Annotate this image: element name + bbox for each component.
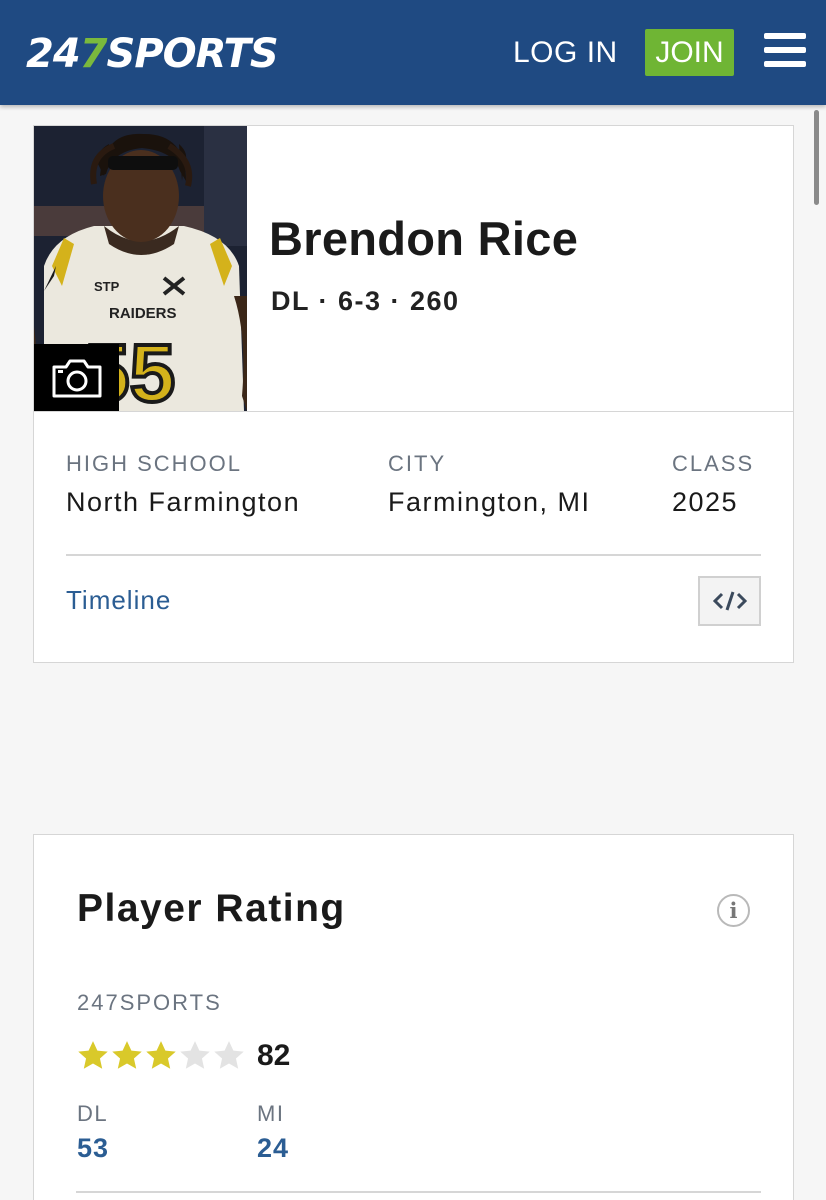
star-empty-icon [180,1041,210,1069]
svg-text:STP: STP [94,279,120,294]
star-filled-icon [78,1041,108,1069]
menu-bar-line [764,33,806,39]
state-rank-label: MI [257,1101,285,1126]
login-link[interactable]: LOG IN [513,30,618,75]
city-value: Farmington, MI [388,487,591,517]
star-rating [76,1039,246,1073]
rating-score: 82 [257,1039,291,1072]
info-divider [66,554,761,556]
svg-text:RAIDERS: RAIDERS [109,305,177,322]
high-school-label: HIGH SCHOOL [66,451,243,476]
header-divider [34,411,793,412]
class-label: CLASS [672,451,755,476]
player-photo[interactable]: STP RAIDERS 55 [34,126,247,411]
star-empty-icon [214,1041,244,1069]
top-nav-bar: 247SPORTS LOG IN JOIN [0,0,826,105]
camera-glyph [52,359,101,397]
class-value: 2025 [672,487,739,517]
player-name: Brendon Rice [269,212,579,265]
code-icon [712,591,747,611]
join-button[interactable]: JOIN [645,29,734,76]
rating-divider [76,1191,761,1193]
logo-text-7: 7 [79,31,108,77]
page-scrollbar[interactable] [814,110,819,205]
star-filled-icon [146,1041,176,1069]
high-school-value: North Farmington [66,487,301,517]
site-logo[interactable]: 247SPORTS [26,28,279,80]
position-rank-label: DL [77,1101,109,1126]
menu-bar-line [764,47,806,53]
position-rank-value[interactable]: 53 [77,1133,109,1164]
player-position-size: DL · 6-3 · 260 [271,286,460,316]
star-filled-icon [112,1041,142,1069]
state-rank-value[interactable]: 24 [257,1133,289,1164]
player-rating-card: Player Rating i 247SPORTS 82 DL 53 MI 24 [33,834,794,1200]
timeline-link[interactable]: Timeline [66,585,171,616]
rating-source-label: 247SPORTS [77,990,222,1015]
player-rating-title: Player Rating [77,887,346,930]
logo-text-24: 24 [26,31,81,77]
city-label: CITY [388,451,447,476]
embed-code-button[interactable] [698,576,761,626]
info-icon[interactable]: i [717,894,750,927]
hamburger-menu-icon[interactable] [764,33,806,69]
menu-bar-line [764,61,806,67]
camera-icon[interactable] [34,344,119,411]
player-profile-card: STP RAIDERS 55 Brendon Rice DL · 6-3 · 2 [33,125,794,663]
logo-text-sports: SPORTS [106,31,279,77]
